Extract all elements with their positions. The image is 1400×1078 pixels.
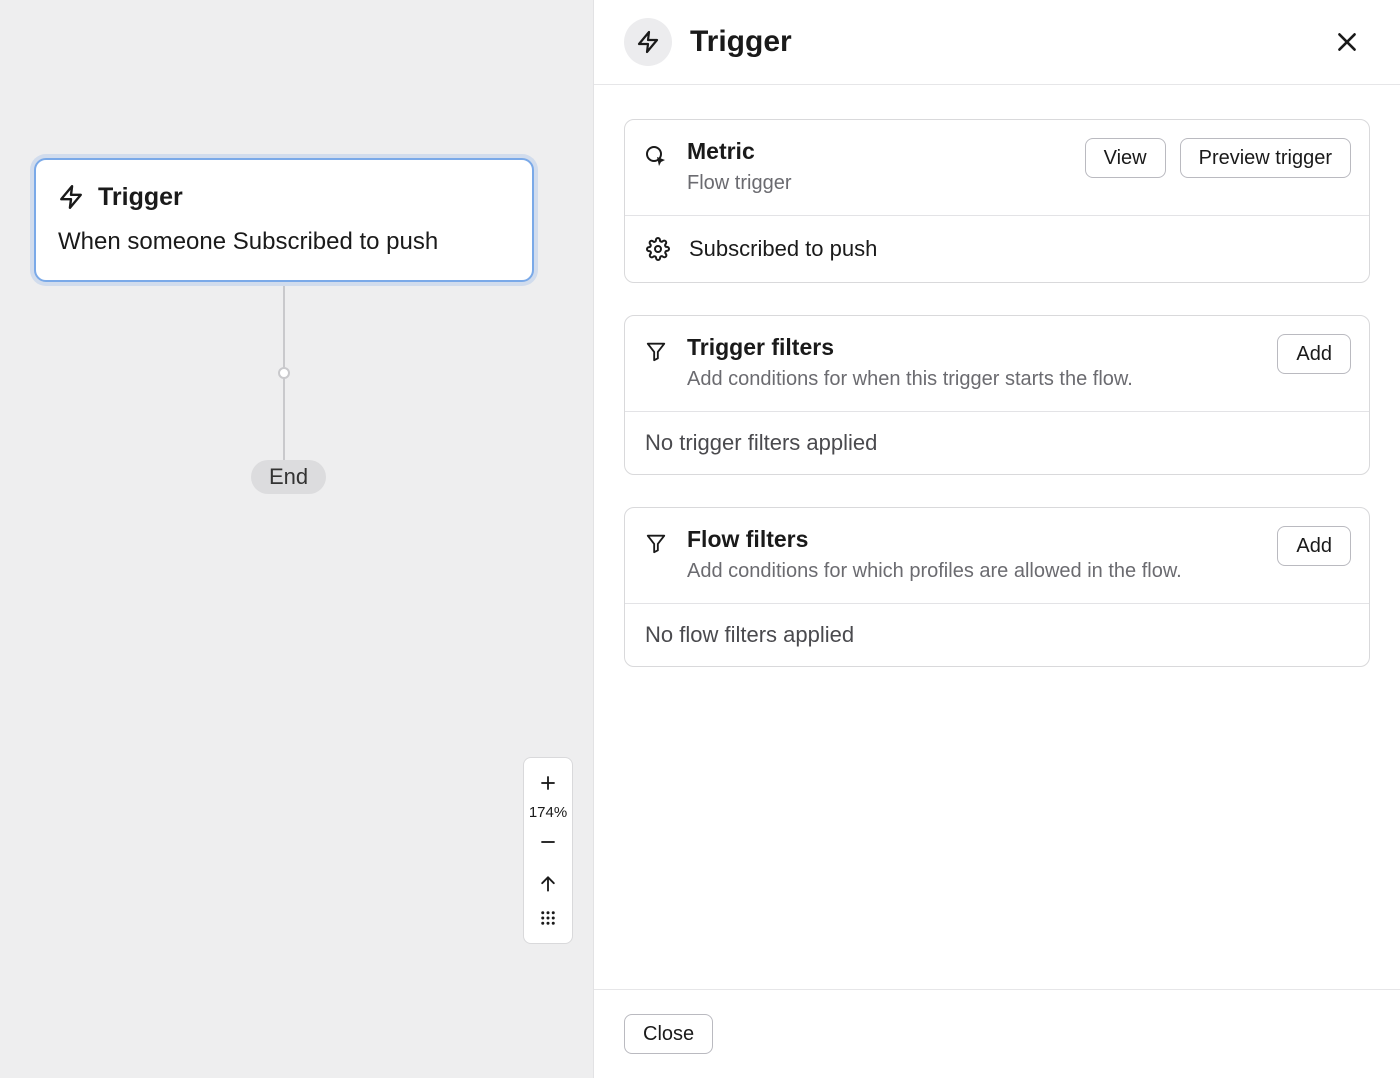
close-button[interactable]: Close (624, 1014, 713, 1054)
lightning-icon (624, 18, 672, 66)
metric-card: Metric Flow trigger View Preview trigger… (624, 119, 1370, 283)
cursor-click-icon (643, 138, 669, 168)
trigger-filters-subtitle: Add conditions for when this trigger sta… (687, 365, 1259, 393)
flow-filters-card: Flow filters Add conditions for which pr… (624, 507, 1370, 667)
flow-canvas[interactable]: Trigger When someone Subscribed to push … (0, 0, 594, 1078)
lightning-icon (58, 182, 84, 212)
grid-view-button[interactable] (524, 901, 572, 935)
metric-event-row[interactable]: Subscribed to push (625, 215, 1369, 282)
filter-icon (643, 334, 669, 362)
panel-footer: Close (594, 989, 1400, 1078)
panel-header: Trigger (594, 0, 1400, 85)
zoom-out-button[interactable] (524, 825, 572, 859)
metric-title: Metric (687, 138, 1067, 165)
filter-icon (643, 526, 669, 554)
trigger-filters-card: Trigger filters Add conditions for when … (624, 315, 1370, 475)
close-icon[interactable] (1328, 23, 1366, 61)
connector-line (283, 286, 285, 462)
trigger-node[interactable]: Trigger When someone Subscribed to push (34, 158, 534, 282)
trigger-node-body: When someone Subscribed to push (58, 228, 510, 256)
metric-event-label: Subscribed to push (689, 236, 877, 262)
zoom-controls: 174% (523, 757, 573, 944)
preview-trigger-button[interactable]: Preview trigger (1180, 138, 1351, 178)
add-flow-filter-button[interactable]: Add (1277, 526, 1351, 566)
zoom-level-display: 174% (529, 800, 567, 825)
zoom-in-button[interactable] (524, 766, 572, 800)
flow-filters-status: No flow filters applied (625, 603, 1369, 666)
panel-title: Trigger (690, 25, 792, 59)
connector-dot[interactable] (278, 367, 290, 379)
flow-filters-subtitle: Add conditions for which profiles are al… (687, 557, 1259, 585)
trigger-filters-title: Trigger filters (687, 334, 1259, 361)
panel-body: Metric Flow trigger View Preview trigger… (594, 85, 1400, 989)
trigger-node-title: Trigger (98, 183, 183, 212)
view-button[interactable]: View (1085, 138, 1166, 178)
metric-subtitle: Flow trigger (687, 169, 1067, 197)
gear-icon (645, 237, 671, 261)
trigger-panel: Trigger Metric Flow trigger Vi (594, 0, 1400, 1078)
add-trigger-filter-button[interactable]: Add (1277, 334, 1351, 374)
end-node: End (251, 460, 326, 494)
flow-filters-title: Flow filters (687, 526, 1259, 553)
recenter-button[interactable] (524, 867, 572, 901)
trigger-filters-status: No trigger filters applied (625, 411, 1369, 474)
